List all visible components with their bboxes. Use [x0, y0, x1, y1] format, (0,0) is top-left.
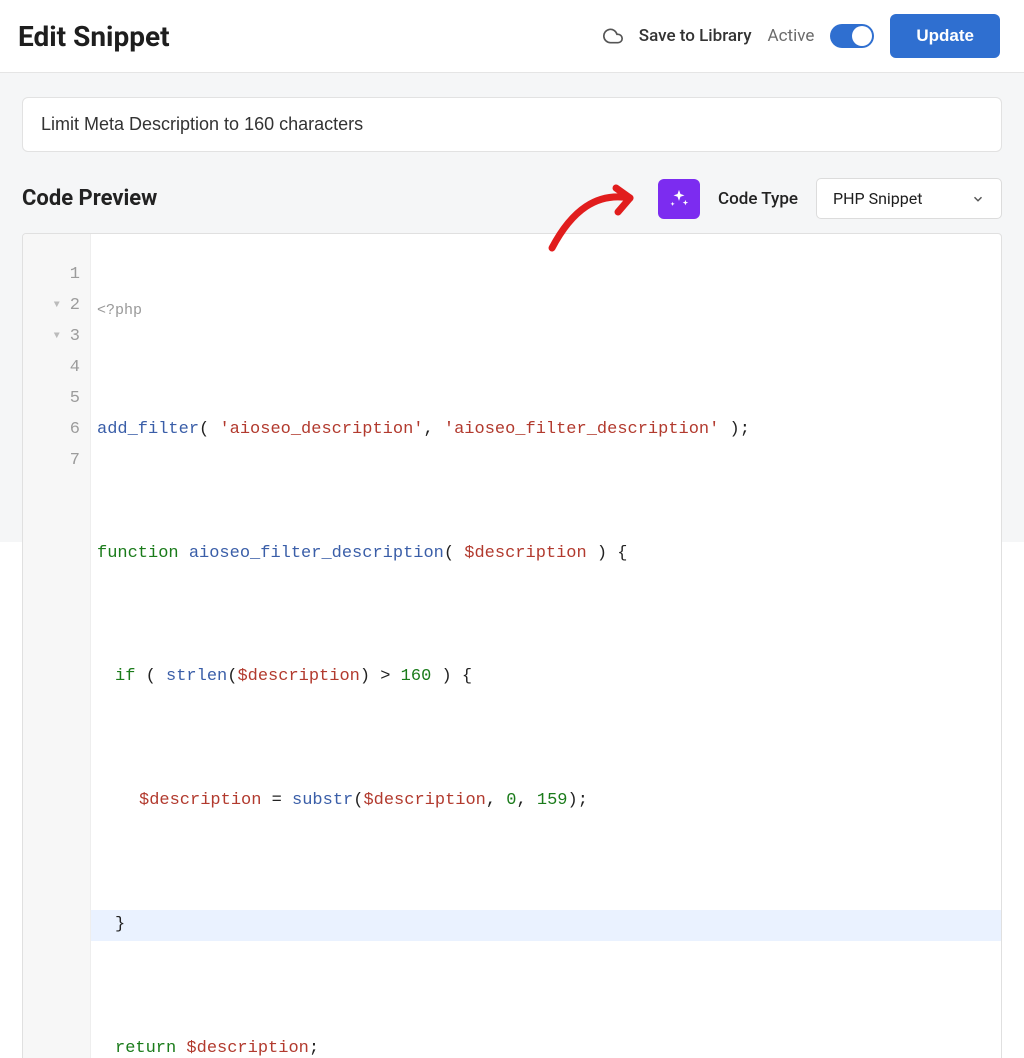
code-type-select[interactable]: PHP Snippet: [816, 178, 1002, 219]
fold-marker-icon[interactable]: ▼: [54, 328, 60, 346]
active-label: Active: [768, 26, 815, 46]
page-title: Edit Snippet: [18, 20, 170, 53]
header-actions: Save to Library Active Update: [603, 14, 1000, 58]
code-preview-controls: Code Type PHP Snippet: [658, 178, 1002, 219]
code-line: function aioseo_filter_description( $des…: [91, 539, 1001, 570]
php-open-tag: <?php: [91, 300, 1001, 322]
snippet-title-input[interactable]: [22, 97, 1002, 152]
code-area[interactable]: <?php add_filter( 'aioseo_description', …: [91, 234, 1001, 1058]
cloud-icon: [603, 26, 623, 46]
active-toggle[interactable]: [830, 24, 874, 48]
save-to-library-link[interactable]: Save to Library: [639, 26, 752, 46]
update-button[interactable]: Update: [890, 14, 1000, 58]
gutter: 1 ▼2 ▼3 4 5 6 7: [23, 234, 91, 1058]
code-line: if ( strlen($description) > 160 ) {: [91, 662, 1001, 693]
code-type-label: Code Type: [718, 189, 798, 209]
sparkle-icon: [668, 188, 690, 210]
code-preview-title: Code Preview: [22, 186, 157, 211]
body-area: Code Preview Code Type PHP Snippet 1: [0, 73, 1024, 542]
code-line: $description = substr($description, 0, 1…: [91, 786, 1001, 817]
toggle-knob: [852, 26, 872, 46]
code-editor[interactable]: 1 ▼2 ▼3 4 5 6 7 <?php add_filter( 'aiose…: [22, 233, 1002, 1058]
code-type-value: PHP Snippet: [833, 189, 922, 208]
code-preview-header: Code Preview Code Type PHP Snippet: [22, 178, 1002, 219]
fold-marker-icon[interactable]: ▼: [54, 297, 60, 315]
code-line: add_filter( 'aioseo_description', 'aiose…: [91, 415, 1001, 446]
code-line: return $description;: [91, 1034, 1001, 1058]
ai-generate-button[interactable]: [658, 179, 700, 219]
chevron-down-icon: [971, 192, 985, 206]
header-bar: Edit Snippet Save to Library Active Upda…: [0, 0, 1024, 73]
code-line: }: [91, 910, 1001, 941]
